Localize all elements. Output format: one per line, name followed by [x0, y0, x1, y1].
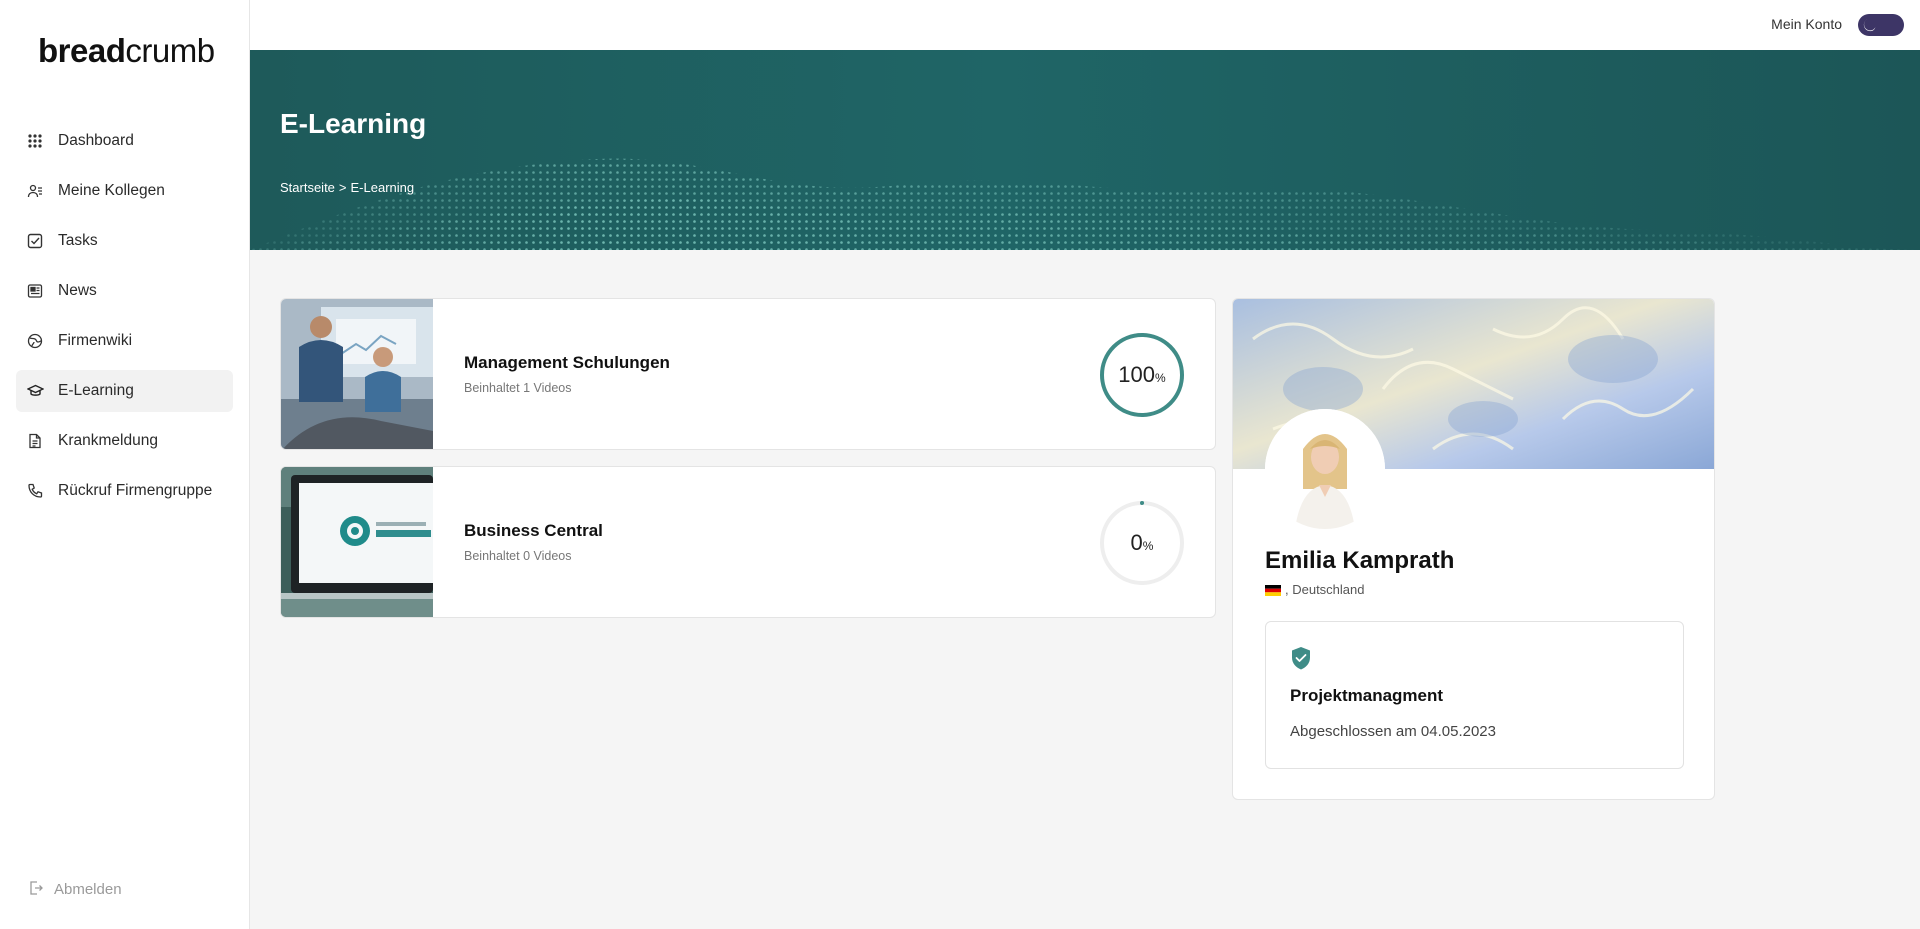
breadcrumb: Startseite > E-Learning — [280, 180, 414, 195]
graduation-cap-icon — [26, 382, 44, 400]
moon-icon — [1862, 17, 1878, 33]
certificate-title: Projektmanagment — [1290, 686, 1444, 705]
course-card-business-central[interactable]: Business Central Beinhaltet 0 Videos 0% — [280, 466, 1216, 618]
breadcrumb-home-link[interactable]: Startseite — [280, 180, 335, 195]
breadcrumb-separator: > — [338, 180, 347, 195]
certificate-completed-date: Abgeschlossen am 04.05.2023 — [1290, 723, 1496, 740]
course-title: Management Schulungen — [464, 353, 670, 372]
document-icon — [26, 432, 44, 450]
logout-label: Abmelden — [54, 880, 122, 898]
account-link[interactable]: Mein Konto — [1771, 16, 1842, 32]
sidebar-item-rueckruf-firmengruppe[interactable]: Rückruf Firmengruppe — [16, 470, 233, 512]
sidebar-nav: Dashboard Meine Kollegen Tasks News Firm… — [16, 120, 233, 520]
dark-mode-toggle[interactable] — [1858, 14, 1904, 36]
sidebar-item-e-learning[interactable]: E-Learning — [16, 370, 233, 412]
sidebar-item-label: Tasks — [58, 232, 98, 249]
profile-name: Emilia Kamprath — [1265, 547, 1455, 574]
course-card-management-schulungen[interactable]: Management Schulungen Beinhaltet 1 Video… — [280, 298, 1216, 450]
sidebar-item-label: News — [58, 282, 97, 299]
profile-country-label: , Deutschland — [1285, 582, 1365, 597]
progress-ring: 0% — [1097, 498, 1187, 588]
brand-logo[interactable]: breadcrumb — [38, 32, 215, 70]
progress-ring: 100% — [1097, 330, 1187, 420]
sidebar-item-dashboard[interactable]: Dashboard — [16, 120, 233, 162]
progress-value: 0% — [1130, 530, 1154, 555]
course-thumbnail-laptop — [281, 467, 433, 617]
sidebar-item-news[interactable]: News — [16, 270, 233, 312]
certificate-card[interactable]: Projektmanagment Abgeschlossen am 04.05.… — [1265, 621, 1684, 769]
sidebar-item-tasks[interactable]: Tasks — [16, 220, 233, 262]
phone-icon — [26, 482, 44, 500]
logout-button[interactable]: Abmelden — [28, 880, 122, 898]
sidebar-item-label: Rückruf Firmengruppe — [58, 482, 213, 499]
page-title: E-Learning — [280, 108, 427, 139]
users-icon — [26, 182, 44, 200]
sidebar-item-label: E-Learning — [58, 382, 134, 399]
breadcrumb-current: E-Learning — [350, 180, 415, 195]
page-header-banner: E-Learning Startseite > E-Learning — [250, 50, 1920, 250]
sidebar-item-firmenwiki[interactable]: Firmenwiki — [16, 320, 233, 362]
course-video-count: Beinhaltet 1 Videos — [464, 381, 572, 395]
logout-icon — [28, 880, 46, 898]
profile-country: , Deutschland — [1265, 582, 1365, 597]
sidebar-item-label: Dashboard — [58, 132, 134, 149]
sidebar-item-krankmeldung[interactable]: Krankmeldung — [16, 420, 233, 462]
course-video-count: Beinhaltet 0 Videos — [464, 549, 572, 563]
newspaper-icon — [26, 282, 44, 300]
grid-icon — [26, 132, 44, 150]
shield-check-icon — [1290, 646, 1312, 670]
profile-card: Emilia Kamprath , Deutschland Projektman… — [1232, 298, 1715, 800]
wave-pattern-graphic — [250, 158, 1920, 250]
sidebar-item-label: Firmenwiki — [58, 332, 133, 349]
course-title: Business Central — [464, 521, 603, 540]
sidebar-item-label: Meine Kollegen — [58, 182, 165, 199]
germany-flag-icon — [1265, 584, 1281, 596]
checkbox-icon — [26, 232, 44, 250]
sidebar-item-label: Krankmeldung — [58, 432, 158, 449]
top-bar: Mein Konto — [250, 0, 1920, 50]
sidebar: breadcrumb Dashboard Meine Kollegen Task… — [0, 0, 250, 929]
course-thumbnail-meeting — [281, 299, 433, 449]
globe-icon — [26, 332, 44, 350]
avatar — [1265, 409, 1385, 529]
sidebar-item-meine-kollegen[interactable]: Meine Kollegen — [16, 170, 233, 212]
progress-value: 100% — [1118, 362, 1166, 387]
